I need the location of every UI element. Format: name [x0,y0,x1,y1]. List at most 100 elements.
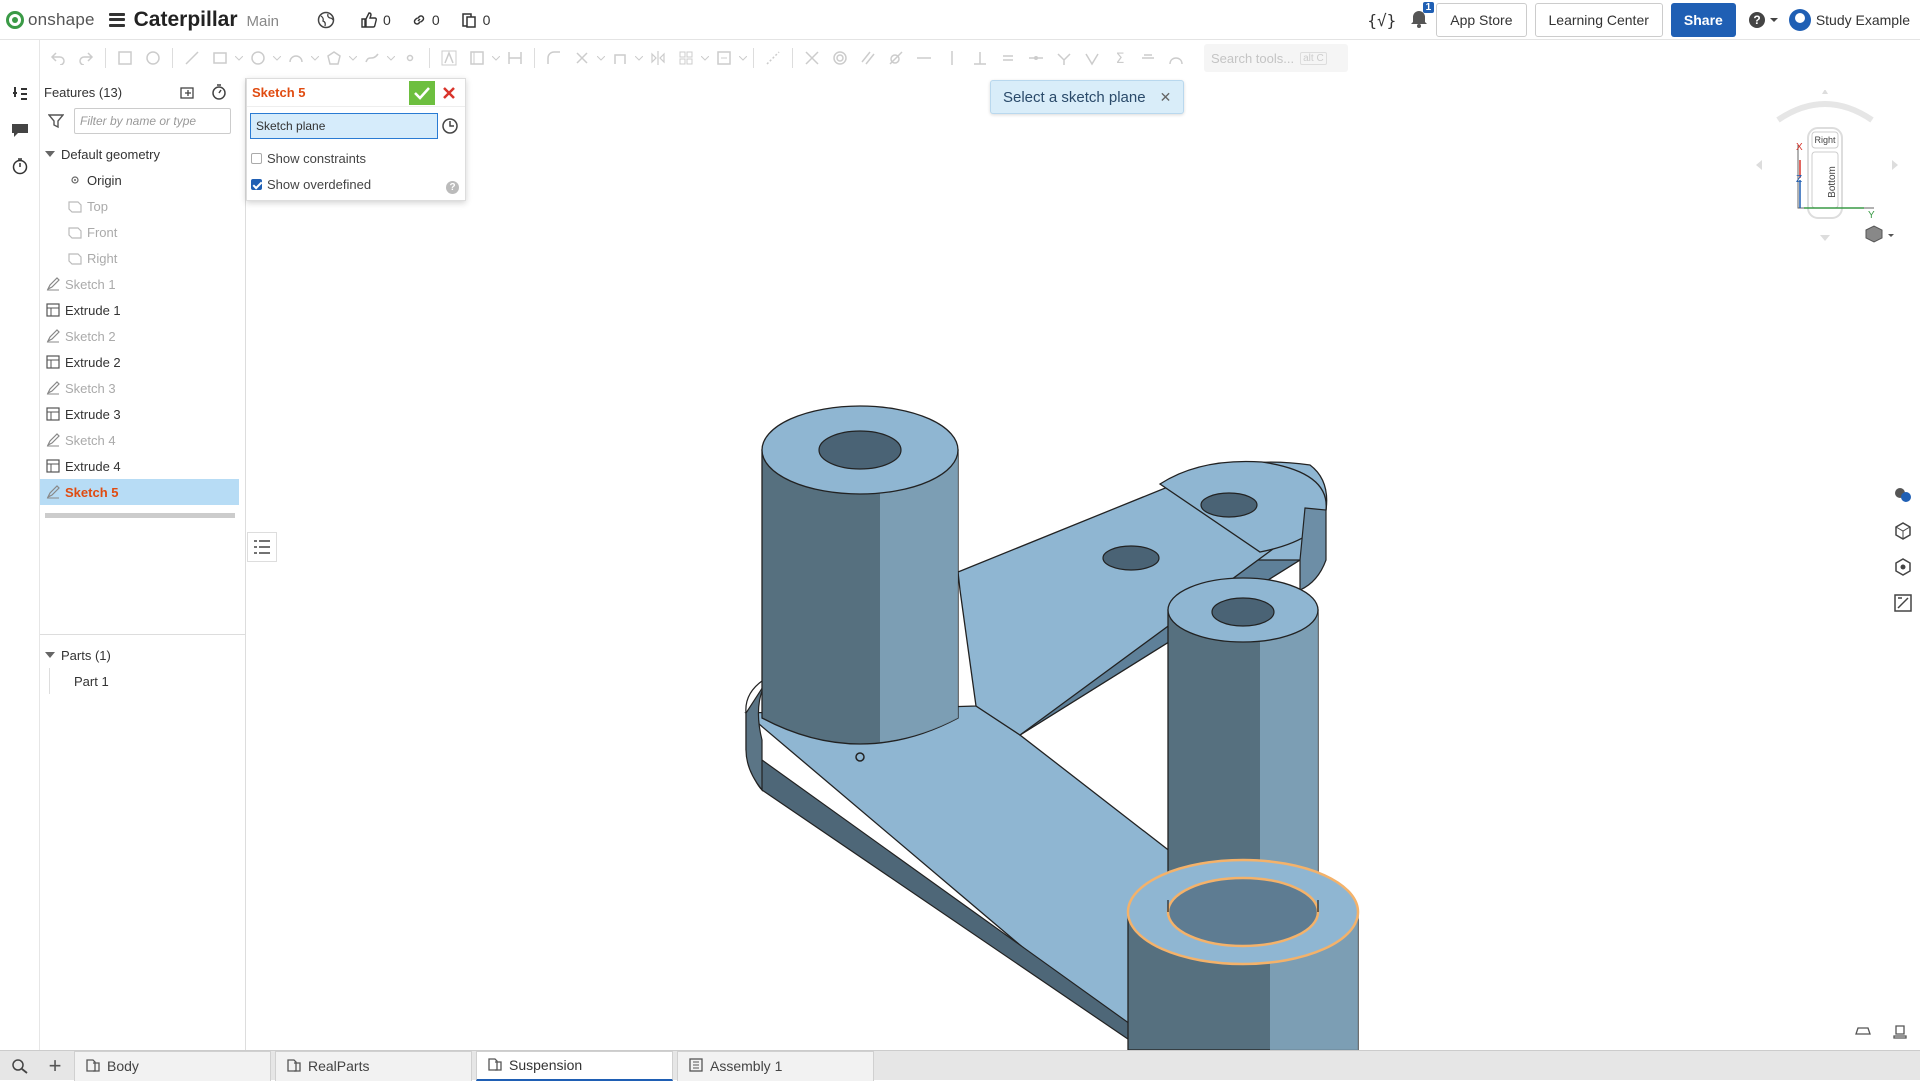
feature-item[interactable]: Extrude 2 [40,349,245,375]
pierce-constraint-icon[interactable] [1078,44,1106,72]
like-button[interactable]: 0 [360,11,391,29]
pattern-tool-icon[interactable] [672,44,700,72]
viewcube-face-front[interactable]: Bottom [1827,166,1838,198]
copies-button[interactable]: 0 [460,11,490,29]
chevron-down-icon[interactable] [310,44,320,72]
chevron-down-icon[interactable] [700,44,710,72]
help-menu[interactable]: ? [1748,11,1779,29]
feature-item[interactable]: Sketch 5 [40,479,239,505]
hamburger-menu-icon[interactable] [108,12,125,27]
text-tool-icon[interactable] [435,44,463,72]
feature-item[interactable]: Sketch 4 [40,427,245,453]
rollback-icon[interactable] [179,84,197,100]
circle-tool-icon[interactable] [244,44,272,72]
search-tools-input[interactable]: Search tools... alt C [1204,44,1348,72]
tab-body[interactable]: Body [74,1050,271,1081]
equal-constraint-icon[interactable] [994,44,1022,72]
feature-item[interactable]: Right [40,245,245,271]
undo-icon[interactable] [44,44,72,72]
redo-icon[interactable] [72,44,100,72]
concentric-constraint-icon[interactable] [826,44,854,72]
measure-panel-icon[interactable] [1886,588,1920,618]
caret-down-icon[interactable] [45,652,55,658]
chevron-down-icon[interactable] [634,44,644,72]
appearance-panel-icon[interactable] [1886,480,1920,510]
properties-panel-icon[interactable] [1886,516,1920,546]
feature-item[interactable]: Origin [40,167,245,193]
trim-tool-icon[interactable] [568,44,596,72]
normal-constraint-icon[interactable] [1050,44,1078,72]
user-menu[interactable]: Study Example [1788,9,1910,31]
mirror-tool-icon[interactable] [644,44,672,72]
tab-manager-icon[interactable] [0,1051,40,1081]
history-timer-icon[interactable] [0,148,40,184]
filter-input[interactable]: Filter by name or type [74,108,231,134]
feature-item[interactable]: Sketch 1 [40,271,245,297]
construction-tool-icon[interactable] [759,44,787,72]
feature-item[interactable]: Sketch 2 [40,323,245,349]
feature-item[interactable]: Front [40,219,245,245]
new-sketch-icon[interactable] [111,44,139,72]
part-item[interactable]: Part 1 [49,668,246,694]
spline-tool-icon[interactable] [358,44,386,72]
add-feature-icon[interactable] [0,76,40,112]
tangent-constraint-icon[interactable] [882,44,910,72]
line-tool-icon[interactable] [178,44,206,72]
midpoint-constraint-icon[interactable] [1022,44,1050,72]
point-tool-icon[interactable] [396,44,424,72]
chevron-down-icon[interactable] [738,44,748,72]
chevron-down-icon[interactable] [386,44,396,72]
tab-suspension[interactable]: Suspension [476,1050,673,1081]
branch-name[interactable]: Main [247,13,280,30]
transform-tool-icon[interactable] [710,44,738,72]
section-view-icon[interactable] [1854,1024,1872,1038]
links-button[interactable]: 0 [411,12,440,28]
named-views-icon[interactable] [1892,1024,1908,1040]
filter-icon[interactable] [48,113,64,129]
learning-center-button[interactable]: Learning Center [1534,3,1663,37]
parts-group[interactable]: Parts (1) [40,642,246,668]
tab-realparts[interactable]: RealParts [275,1050,472,1081]
polygon-tool-icon[interactable] [320,44,348,72]
default-geometry-group[interactable]: Default geometry [40,141,245,167]
fillet-tool-icon[interactable] [540,44,568,72]
rollback-bar[interactable] [45,513,235,518]
chevron-down-icon[interactable] [596,44,606,72]
insert-image-icon[interactable] [463,44,491,72]
view-cube[interactable]: Right Bottom X Z Y [1750,90,1900,250]
revolve-icon[interactable] [139,44,167,72]
feature-item[interactable]: Top [40,193,245,219]
comments-icon[interactable] [0,112,40,148]
chevron-down-icon[interactable] [272,44,282,72]
document-title[interactable]: Caterpillar [134,8,238,32]
use-tool-icon[interactable] [606,44,634,72]
feature-item[interactable]: Extrude 3 [40,401,245,427]
caret-down-icon[interactable] [45,151,55,157]
fix-constraint-icon[interactable] [1134,44,1162,72]
parallel-constraint-icon[interactable] [854,44,882,72]
graphics-viewport[interactable] [246,76,1874,1050]
feature-item[interactable]: Sketch 3 [40,375,245,401]
notifications-button[interactable]: 1 [1410,1,1435,33]
tab-assembly-1[interactable]: Assembly 1 [677,1050,874,1081]
view-options-icon[interactable] [1865,225,1894,243]
stopwatch-icon[interactable] [211,84,227,100]
symmetric-constraint-icon[interactable]: Σ [1106,44,1134,72]
chevron-down-icon[interactable] [491,44,501,72]
add-tab-button[interactable]: + [40,1051,70,1081]
arc-tool-icon[interactable] [282,44,310,72]
horizontal-constraint-icon[interactable] [910,44,938,72]
chevron-down-icon[interactable] [234,44,244,72]
dimension-tool-icon[interactable] [501,44,529,72]
vertical-constraint-icon[interactable] [938,44,966,72]
mass-properties-icon[interactable] [1886,552,1920,582]
chevron-down-icon[interactable] [348,44,358,72]
variable-studio-icon[interactable]: {√} [1367,11,1396,30]
curvature-constraint-icon[interactable] [1162,44,1190,72]
rectangle-tool-icon[interactable] [206,44,234,72]
perpendicular-constraint-icon[interactable] [966,44,994,72]
coincident-constraint-icon[interactable] [798,44,826,72]
public-globe-icon[interactable] [317,11,340,29]
share-button[interactable]: Share [1670,3,1736,37]
onshape-logo[interactable]: onshape [6,0,95,40]
